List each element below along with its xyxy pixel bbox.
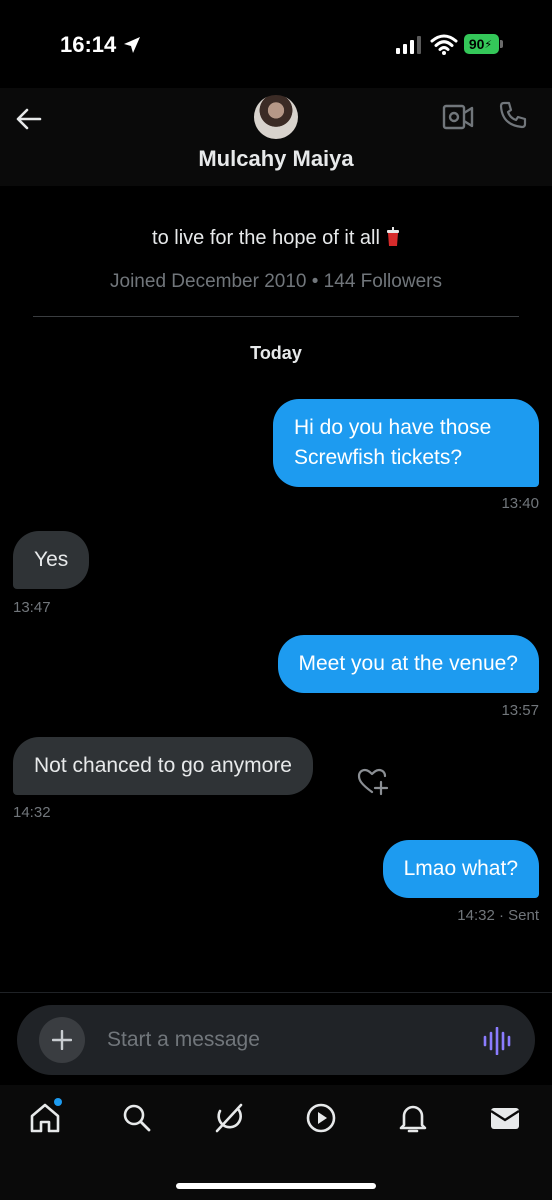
message-input[interactable]	[107, 1023, 447, 1057]
mail-icon	[490, 1108, 520, 1129]
tab-messages[interactable]	[487, 1100, 523, 1136]
signal-icon	[396, 36, 421, 54]
bio-text: to live for the hope of it all	[152, 227, 380, 249]
conversation-header: Mulcahy Maiya	[0, 88, 552, 186]
message-timestamp: 14:32 · Sent	[457, 907, 539, 924]
drink-cup-emoji-icon	[386, 227, 400, 247]
message-timestamp: 14:32	[13, 804, 51, 821]
location-arrow-icon	[124, 37, 140, 53]
contact-name[interactable]: Mulcahy Maiya	[0, 146, 552, 172]
message-bubble-incoming[interactable]: Yes	[13, 531, 90, 589]
message-bubble-outgoing[interactable]: Hi do you have those Screwfish tickets?	[273, 399, 539, 487]
message-composer	[17, 1005, 535, 1075]
message-timestamp: 13:57	[501, 702, 539, 719]
bottom-tab-bar	[0, 1085, 552, 1200]
play-icon	[306, 1103, 336, 1133]
plus-icon	[52, 1030, 72, 1050]
notification-dot	[54, 1098, 62, 1106]
add-reaction-icon[interactable]	[357, 768, 389, 796]
wifi-icon	[430, 34, 458, 55]
message-bubble-outgoing[interactable]: Meet you at the venue?	[277, 635, 539, 693]
profile-bio: to live for the hope of it all	[0, 227, 552, 250]
message-timestamp: 13:40	[501, 495, 539, 512]
battery-level: 90	[468, 36, 485, 52]
tab-search[interactable]	[119, 1100, 155, 1136]
profile-meta: Joined December 2010 • 144 Followers	[110, 271, 442, 292]
back-arrow-icon[interactable]	[14, 104, 44, 134]
status-bar: 16:14 90 ⚡	[0, 0, 552, 90]
composer-divider	[0, 992, 552, 993]
avatar[interactable]	[254, 95, 298, 139]
tab-grok[interactable]	[211, 1100, 247, 1136]
battery-indicator: 90 ⚡	[464, 34, 504, 54]
phone-icon[interactable]	[498, 100, 528, 130]
bell-icon	[399, 1105, 427, 1133]
divider	[33, 316, 519, 317]
tab-notifications[interactable]	[395, 1100, 431, 1136]
status-time: 16:14	[60, 32, 117, 57]
voice-message-icon[interactable]	[482, 1027, 512, 1055]
message-timestamp: 13:47	[13, 599, 51, 616]
attach-button[interactable]	[39, 1017, 85, 1063]
day-separator: Today	[250, 343, 302, 363]
home-indicator	[176, 1183, 376, 1189]
message-bubble-incoming[interactable]: Not chanced to go anymore	[13, 737, 313, 795]
message-bubble-outgoing[interactable]: Lmao what?	[382, 840, 539, 898]
grok-icon	[215, 1103, 243, 1133]
search-icon	[123, 1104, 151, 1132]
video-call-icon[interactable]	[442, 102, 474, 132]
tab-video[interactable]	[303, 1100, 339, 1136]
